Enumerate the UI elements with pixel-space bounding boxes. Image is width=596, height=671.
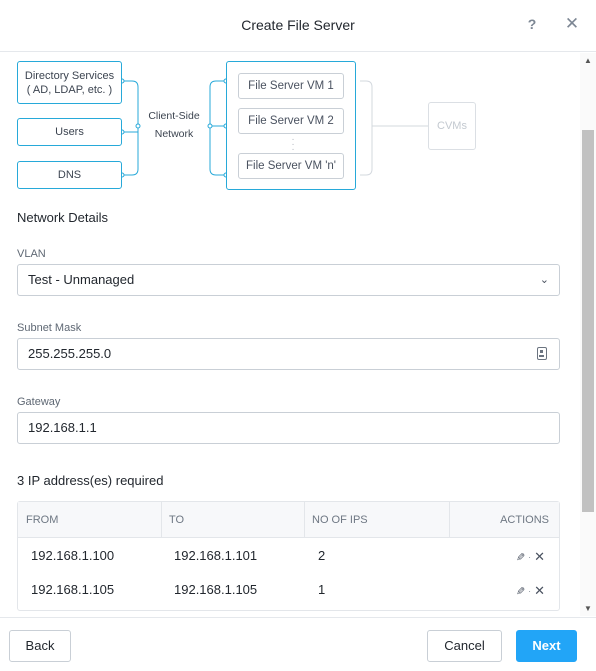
client-side-network-label: Client-Side Network	[140, 107, 208, 143]
row-actions: ✎ · ✕	[516, 549, 545, 565]
network-label-line2: Network	[154, 128, 194, 140]
vlan-value: Test - Unmanaged	[28, 272, 135, 287]
delete-icon[interactable]: ✕	[534, 549, 545, 565]
network-diagram: Directory Services ( AD, LDAP, etc. ) Us…	[0, 53, 580, 198]
help-icon[interactable]: ?	[525, 16, 539, 32]
contact-card-icon[interactable]	[537, 347, 547, 360]
dialog-footer: Back Cancel Next	[0, 617, 596, 671]
ip-required-title: 3 IP address(es) required	[17, 473, 164, 488]
gateway-value: 192.168.1.1	[28, 420, 97, 435]
vmn-label: File Server VM 'n'	[245, 160, 337, 172]
dns-box: DNS	[17, 161, 122, 189]
users-box: Users	[17, 118, 122, 146]
cvms-box: CVMs	[428, 102, 476, 150]
col-header-actions: ACTIONS	[500, 514, 549, 526]
network-label-line1: Client-Side	[148, 110, 200, 122]
subnet-mask-label: Subnet Mask	[17, 322, 82, 334]
vlan-select[interactable]: Test - Unmanaged ⌄	[17, 264, 560, 296]
dialog-content: Directory Services ( AD, LDAP, etc. ) Us…	[0, 53, 580, 616]
users-label: Users	[55, 126, 84, 138]
cancel-button[interactable]: Cancel	[427, 630, 502, 662]
vm2-label: File Server VM 2	[248, 115, 334, 127]
row-count: 1	[318, 582, 326, 597]
edit-icon[interactable]: ✎	[516, 551, 525, 564]
dns-label: DNS	[57, 169, 82, 181]
scroll-down-icon[interactable]: ▼	[584, 604, 592, 613]
row-actions: ✎ · ✕	[516, 583, 545, 599]
network-details-title: Network Details	[17, 210, 109, 225]
cvms-label: CVMs	[437, 120, 467, 132]
ellipsis-icon: · · ·	[291, 134, 295, 155]
column-divider	[161, 502, 162, 538]
vm1-label: File Server VM 1	[248, 80, 334, 92]
content-scrollbar[interactable]: ▲ ▼	[580, 53, 596, 616]
gateway-label: Gateway	[17, 396, 61, 408]
row-from: 192.168.1.100	[31, 548, 115, 563]
row-to: 192.168.1.105	[174, 582, 258, 597]
table-row: 192.168.1.105 192.168.1.105 1 ✎ · ✕	[18, 573, 559, 607]
ip-table: FROM TO NO OF IPS ACTIONS 192.168.1.100 …	[17, 501, 560, 611]
column-divider	[304, 502, 305, 538]
file-server-vm-n: File Server VM 'n'	[238, 153, 344, 179]
ip-table-header: FROM TO NO OF IPS ACTIONS	[18, 502, 559, 538]
separator-dot: ·	[528, 586, 532, 596]
dialog-header: Create File Server ? ✕	[0, 0, 596, 52]
column-divider	[449, 502, 450, 538]
file-server-vm-1: File Server VM 1	[238, 73, 344, 99]
next-button[interactable]: Next	[516, 630, 577, 662]
vlan-label: VLAN	[17, 248, 46, 260]
col-header-from: FROM	[26, 514, 59, 526]
scrollbar-thumb[interactable]	[582, 130, 594, 512]
col-header-to: TO	[169, 514, 185, 526]
separator-dot: ·	[528, 552, 532, 562]
back-button[interactable]: Back	[9, 630, 71, 662]
dialog-title: Create File Server	[241, 17, 355, 33]
table-row: 192.168.1.100 192.168.1.101 2 ✎ · ✕	[18, 539, 559, 573]
subnet-mask-input[interactable]: 255.255.255.0	[17, 338, 560, 370]
chevron-down-icon: ⌄	[539, 274, 549, 286]
close-icon[interactable]: ✕	[564, 14, 580, 34]
file-server-vm-2: File Server VM 2	[238, 108, 344, 134]
row-count: 2	[318, 548, 326, 563]
gateway-input[interactable]: 192.168.1.1	[17, 412, 560, 444]
scroll-up-icon[interactable]: ▲	[584, 56, 592, 65]
row-to: 192.168.1.101	[174, 548, 258, 563]
directory-services-label: Directory Services ( AD, LDAP, etc. )	[24, 69, 115, 96]
subnet-mask-value: 255.255.255.0	[28, 346, 112, 361]
row-from: 192.168.1.105	[31, 582, 115, 597]
delete-icon[interactable]: ✕	[534, 583, 545, 599]
directory-services-box: Directory Services ( AD, LDAP, etc. )	[17, 61, 122, 104]
edit-icon[interactable]: ✎	[516, 585, 525, 598]
col-header-no-of-ips: NO OF IPS	[312, 514, 368, 526]
